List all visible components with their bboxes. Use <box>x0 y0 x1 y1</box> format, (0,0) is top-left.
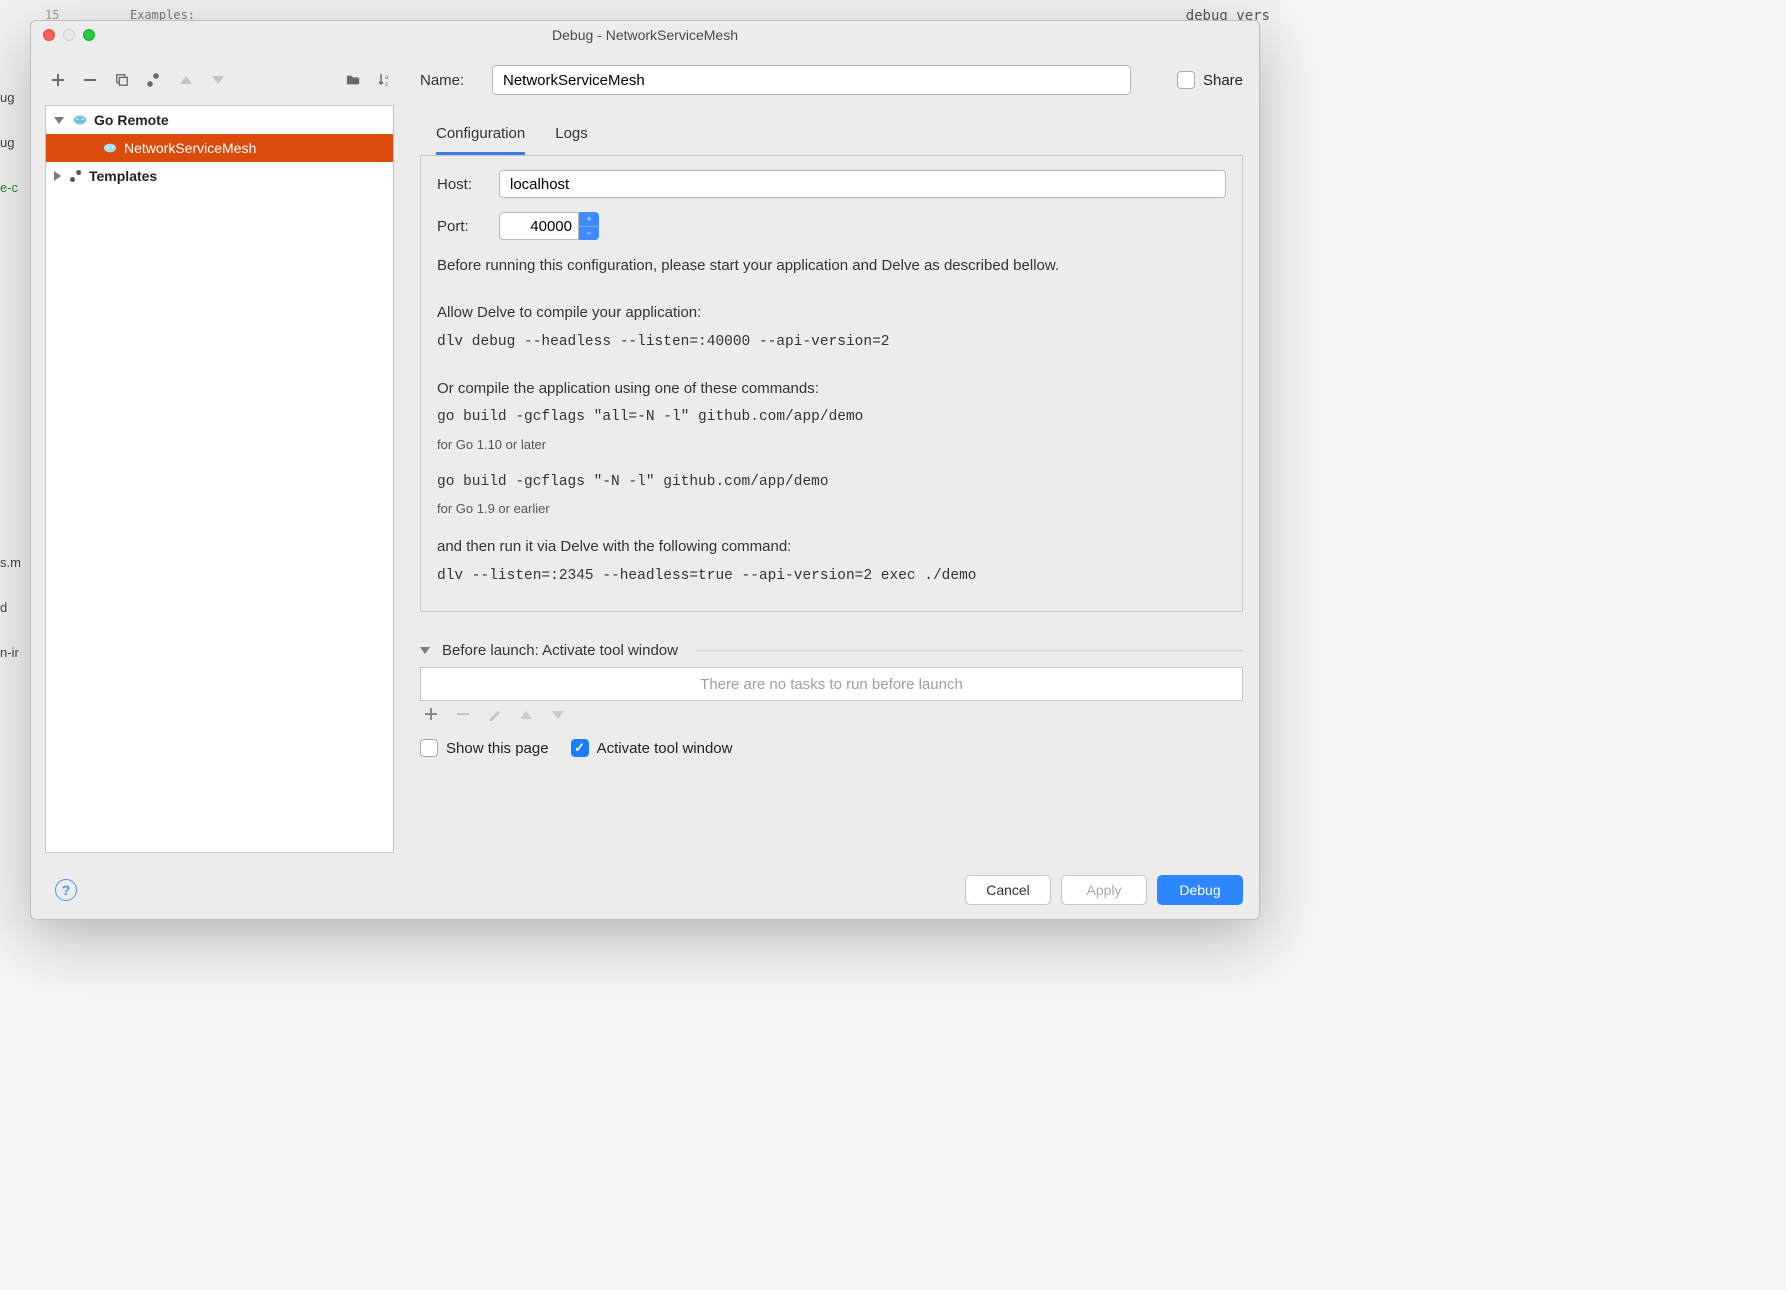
configuration-panel: Host: Port: + − Before running this conf… <box>420 155 1243 612</box>
show-page-label: Show this page <box>446 740 549 757</box>
host-input[interactable] <box>499 170 1226 198</box>
before-launch-toolbar <box>420 701 1243 729</box>
chevron-down-icon[interactable] <box>420 647 430 654</box>
port-input[interactable] <box>499 212 579 240</box>
port-label: Port: <box>437 218 485 235</box>
copy-icon[interactable] <box>113 71 131 89</box>
before-launch-label: Before launch: Activate tool window <box>442 642 678 659</box>
wrench-icon <box>69 169 83 183</box>
help-icon[interactable]: ? <box>55 879 77 901</box>
share-checkbox[interactable] <box>1177 71 1195 89</box>
svg-text:z: z <box>385 82 388 88</box>
config-tree[interactable]: Go Remote NetworkServiceMesh Templates <box>45 105 394 853</box>
add-icon[interactable] <box>49 71 67 89</box>
move-down-icon[interactable] <box>209 71 227 89</box>
cancel-button[interactable]: Cancel <box>965 875 1051 905</box>
debug-button[interactable]: Debug <box>1157 875 1243 905</box>
tab-configuration[interactable]: Configuration <box>436 117 525 155</box>
go-icon <box>72 112 88 128</box>
apply-button[interactable]: Apply <box>1061 875 1147 905</box>
tabs: Configuration Logs <box>420 117 1243 155</box>
go-icon <box>102 140 118 156</box>
tree-node-templates[interactable]: Templates <box>46 162 393 190</box>
name-label: Name: <box>420 72 474 89</box>
before-launch-section: Before launch: Activate tool window Ther… <box>420 642 1243 729</box>
sort-icon[interactable]: az <box>376 71 394 89</box>
move-up-icon[interactable] <box>177 71 195 89</box>
tree-toolbar: + az <box>45 65 394 95</box>
before-launch-tasklist[interactable]: There are no tasks to run before launch <box>420 667 1243 701</box>
name-input[interactable] <box>492 65 1131 95</box>
share-label: Share <box>1203 72 1243 89</box>
port-stepper[interactable]: + − <box>579 212 599 240</box>
settings-icon[interactable] <box>145 71 163 89</box>
host-label: Host: <box>437 176 485 193</box>
stepper-up-icon[interactable]: + <box>579 212 599 227</box>
add-icon[interactable] <box>424 707 440 723</box>
left-panel: + az Go Remote NetworkServiceMesh <box>31 49 404 863</box>
empty-task-text: There are no tasks to run before launch <box>700 676 963 693</box>
titlebar: Debug - NetworkServiceMesh <box>31 21 1259 49</box>
tree-node-go-remote[interactable]: Go Remote <box>46 106 393 134</box>
chevron-right-icon <box>54 171 61 181</box>
move-up-icon[interactable] <box>520 707 536 723</box>
move-down-icon[interactable] <box>552 707 568 723</box>
folder-icon[interactable]: + <box>344 71 362 89</box>
tree-node-networkservicemesh[interactable]: NetworkServiceMesh <box>46 134 393 162</box>
bottom-checkboxes: Show this page Activate tool window <box>420 739 1243 757</box>
svg-text:+: + <box>357 74 361 81</box>
remove-icon[interactable] <box>456 707 472 723</box>
activate-tool-label: Activate tool window <box>597 740 733 757</box>
tree-node-label: NetworkServiceMesh <box>124 140 256 156</box>
tree-node-label: Go Remote <box>94 112 169 128</box>
show-page-checkbox[interactable] <box>420 739 438 757</box>
stepper-down-icon[interactable]: − <box>579 227 599 241</box>
chevron-down-icon <box>54 117 64 124</box>
edit-icon[interactable] <box>488 707 504 723</box>
description-text: Before running this configuration, pleas… <box>437 254 1226 587</box>
remove-icon[interactable] <box>81 71 99 89</box>
dialog-footer: ? Cancel Apply Debug <box>31 863 1259 919</box>
window-title: Debug - NetworkServiceMesh <box>31 27 1259 43</box>
tab-logs[interactable]: Logs <box>555 117 588 155</box>
right-panel: Name: Share Configuration Logs Host: Por… <box>404 49 1259 863</box>
tree-node-label: Templates <box>89 168 157 184</box>
debug-config-dialog: Debug - NetworkServiceMesh + az <box>30 20 1260 920</box>
bg-side-snippets: uguge-c s.mdn-ir <box>0 60 30 690</box>
activate-tool-checkbox[interactable] <box>571 739 589 757</box>
svg-text:a: a <box>385 75 389 81</box>
